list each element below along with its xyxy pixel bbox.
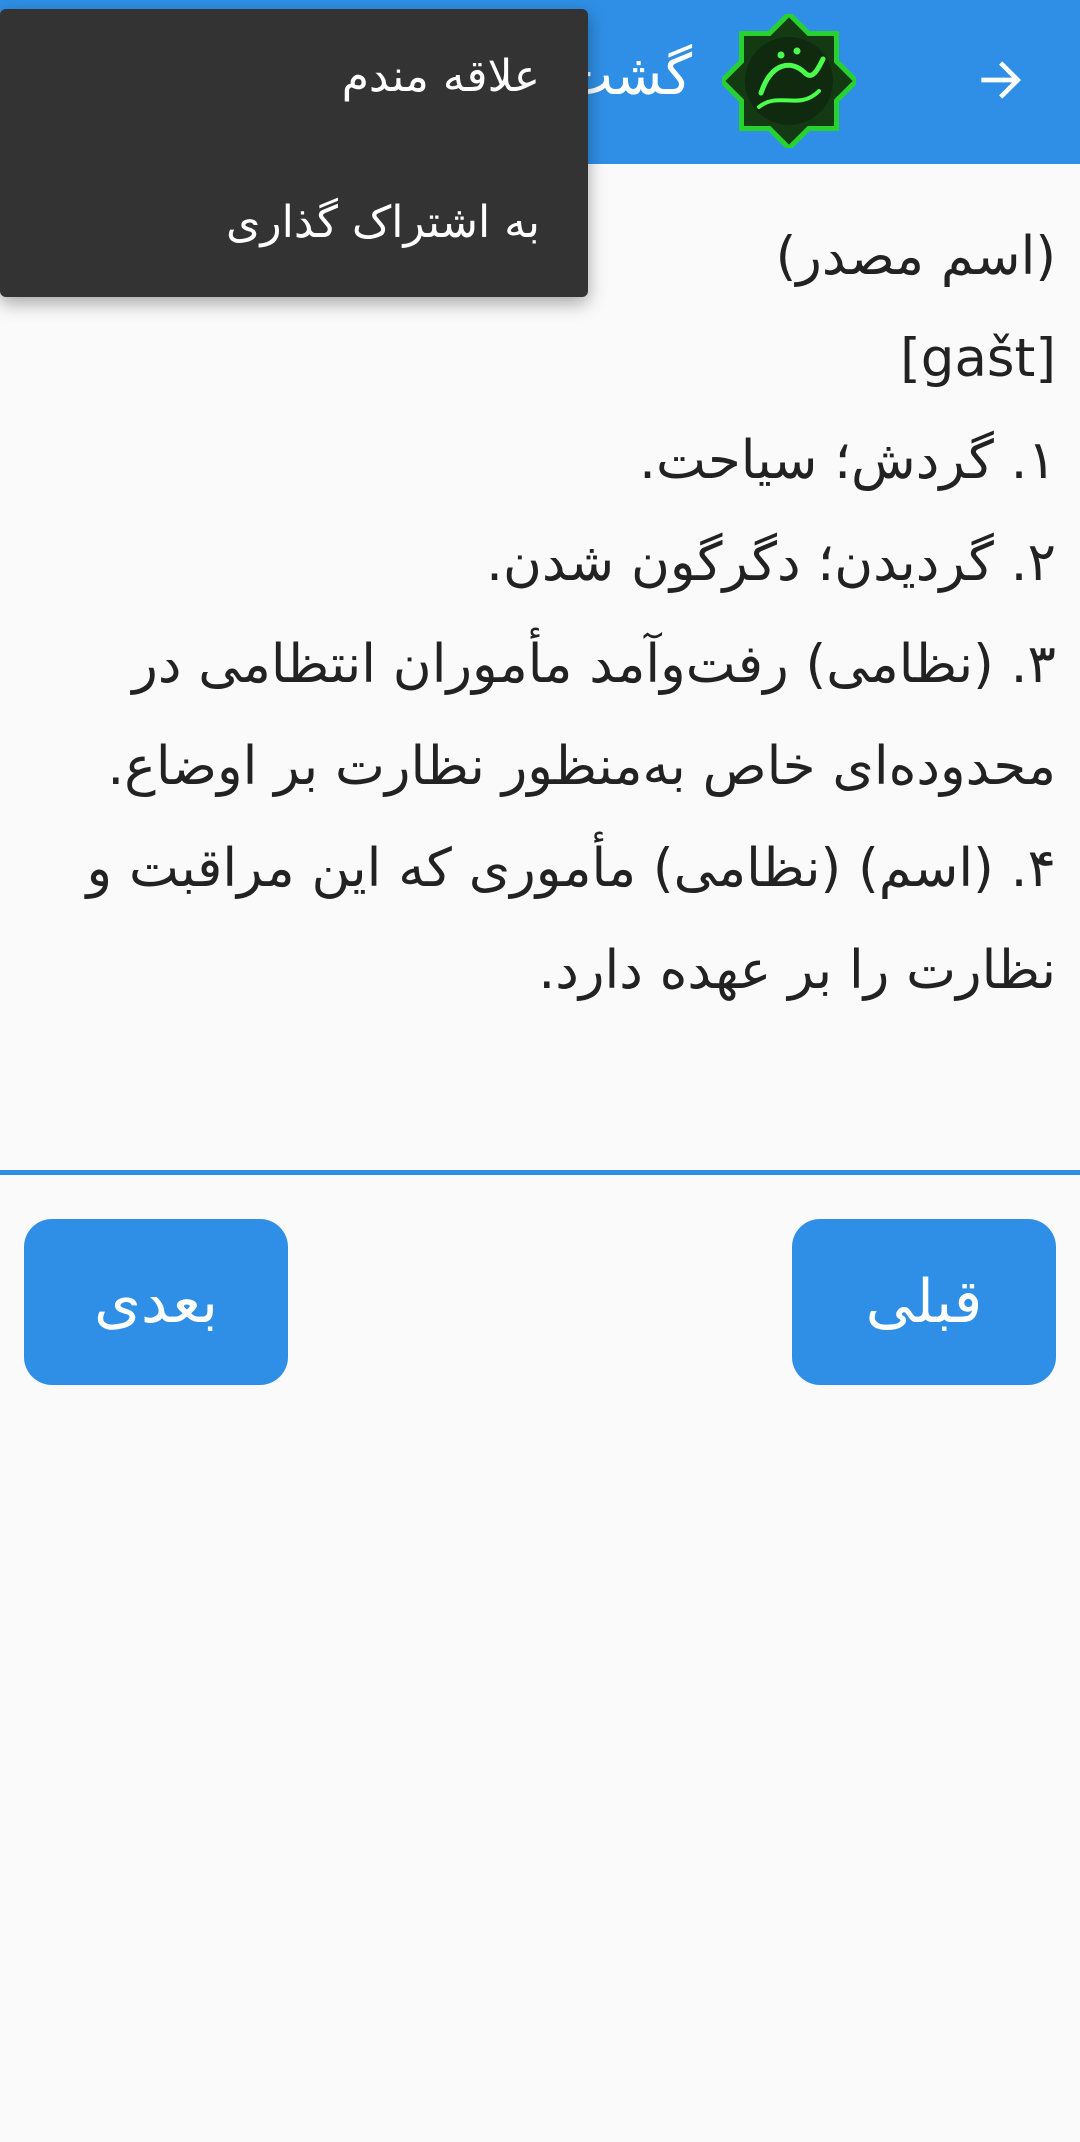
definition-line: ۴. (اسم) (نظامی) مأموری که این مراقبت و [86,838,1056,899]
next-button[interactable]: بعدی [24,1219,288,1385]
overflow-menu: علاقه مندم به اشتراک گذاری [0,9,588,297]
definition-line: [gašt] [900,328,1056,389]
arrow-right-icon [981,61,1021,99]
definition-line: محدوده‌ای خاص به‌منظور نظارت بر اوضاع. [107,736,1056,797]
definition-line: نظارت را بر عهده دارد. [538,940,1056,1001]
menu-item-favorite[interactable]: علاقه مندم [342,51,540,102]
definition-line: ۱. گردش؛ سیاحت. [639,430,1056,491]
definition-line: ۲. گردیدن؛ دگرگون شدن. [486,532,1056,593]
menu-item-share[interactable]: به اشتراک گذاری [226,197,540,248]
definition-text: (اسم مصدر) [gašt] ۱. گردش؛ سیاحت. ۲. گرد… [24,206,1056,1022]
definition-line: ۳. (نظامی) رفت‌وآمد مأموران انتظامی در [132,634,1056,695]
farhang-amid-logo-icon [722,14,856,148]
divider [0,1170,1080,1175]
previous-button[interactable]: قبلی [792,1219,1056,1385]
back-button[interactable] [958,38,1042,122]
